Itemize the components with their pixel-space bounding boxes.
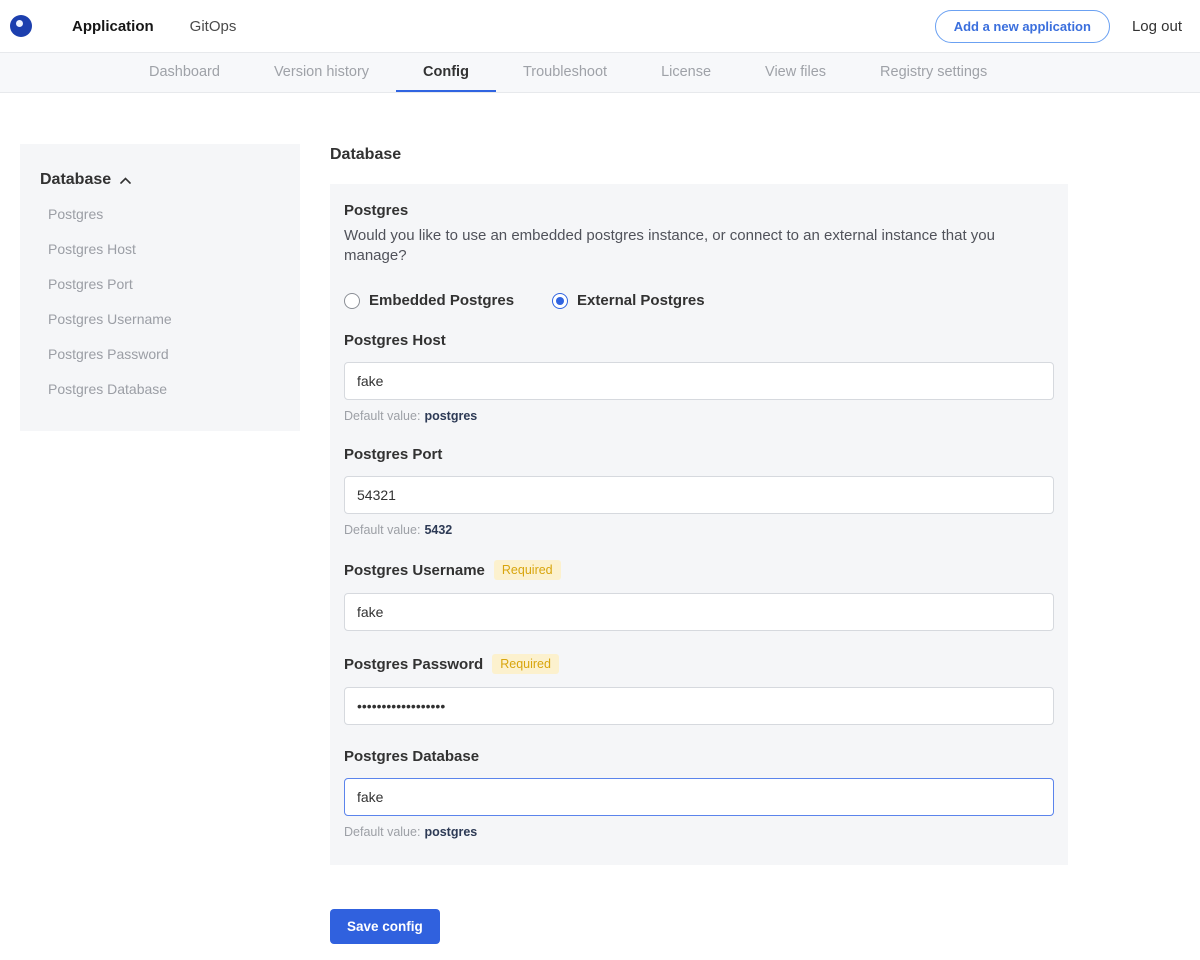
postgres-username-label: Postgres Username Required [344,560,1054,580]
app-logo-icon [10,15,32,37]
postgres-password-label: Postgres Password Required [344,654,1054,674]
postgres-port-input[interactable] [344,476,1054,514]
postgres-username-input[interactable] [344,593,1054,631]
subnav-item-registry-settings[interactable]: Registry settings [853,53,1014,92]
subnav-item-license[interactable]: License [634,53,738,92]
postgres-group-label: Postgres [344,202,1054,219]
content: Database Postgres Postgres Host Postgres… [0,93,1200,960]
sidebar-item-postgres[interactable]: Postgres [48,204,284,224]
tab-application[interactable]: Application [72,18,154,35]
postgres-radio-group: Embedded Postgres External Postgres [344,292,1054,309]
postgres-port-default: Default value: 5432 [344,523,1054,537]
default-value: 5432 [424,523,452,537]
postgres-host-input[interactable] [344,362,1054,400]
logout-button[interactable]: Log out [1132,18,1182,35]
field-label-text: Postgres Username [344,562,485,579]
tab-gitops[interactable]: GitOps [190,18,237,35]
sidebar-group-label: Database [40,171,111,189]
postgres-password-input[interactable] [344,687,1054,725]
radio-label: External Postgres [577,292,705,309]
subnav: Dashboard Version history Config Trouble… [0,52,1200,93]
field-label-text: Postgres Database [344,748,479,765]
config-main: Database Postgres Would you like to use … [330,144,1068,960]
subnav-item-troubleshoot[interactable]: Troubleshoot [496,53,634,92]
radio-checked-icon [552,293,568,309]
postgres-host-default: Default value: postgres [344,409,1054,423]
sidebar-item-postgres-password[interactable]: Postgres Password [48,344,284,364]
save-config-button[interactable]: Save config [330,909,440,944]
sidebar-item-postgres-port[interactable]: Postgres Port [48,274,284,294]
default-prefix: Default value: [344,409,420,423]
postgres-help-text: Would you like to use an embedded postgr… [344,226,1054,266]
default-value: postgres [424,825,477,839]
postgres-port-label: Postgres Port [344,446,1054,463]
add-new-application-button[interactable]: Add a new application [935,10,1110,43]
postgres-database-default: Default value: postgres [344,825,1054,839]
required-badge: Required [494,560,561,580]
subnav-item-view-files[interactable]: View files [738,53,853,92]
default-prefix: Default value: [344,825,420,839]
postgres-database-label: Postgres Database [344,748,1054,765]
radio-external-postgres[interactable]: External Postgres [552,292,705,309]
required-badge: Required [492,654,559,674]
topbar-right: Add a new application Log out [935,10,1182,43]
default-prefix: Default value: [344,523,420,537]
field-label-text: Postgres Port [344,446,442,463]
page-title: Database [330,146,1068,164]
postgres-database-input[interactable] [344,778,1054,816]
radio-embedded-postgres[interactable]: Embedded Postgres [344,292,514,309]
topbar: Application GitOps Add a new application… [0,0,1200,52]
config-sidebar: Database Postgres Postgres Host Postgres… [20,144,300,431]
sidebar-item-postgres-database[interactable]: Postgres Database [48,379,284,399]
database-config-card: Postgres Would you like to use an embedd… [330,184,1068,865]
radio-label: Embedded Postgres [369,292,514,309]
default-value: postgres [424,409,477,423]
sidebar-group-database[interactable]: Database [40,171,284,189]
field-label-text: Postgres Host [344,332,446,349]
sidebar-item-postgres-username[interactable]: Postgres Username [48,309,284,329]
subnav-item-dashboard[interactable]: Dashboard [122,53,247,92]
chevron-up-icon [119,176,132,185]
subnav-item-config[interactable]: Config [396,53,496,92]
subnav-item-version-history[interactable]: Version history [247,53,396,92]
sidebar-item-postgres-host[interactable]: Postgres Host [48,239,284,259]
radio-unchecked-icon [344,293,360,309]
top-tabs: Application GitOps [72,18,236,35]
postgres-host-label: Postgres Host [344,332,1054,349]
field-label-text: Postgres Password [344,656,483,673]
